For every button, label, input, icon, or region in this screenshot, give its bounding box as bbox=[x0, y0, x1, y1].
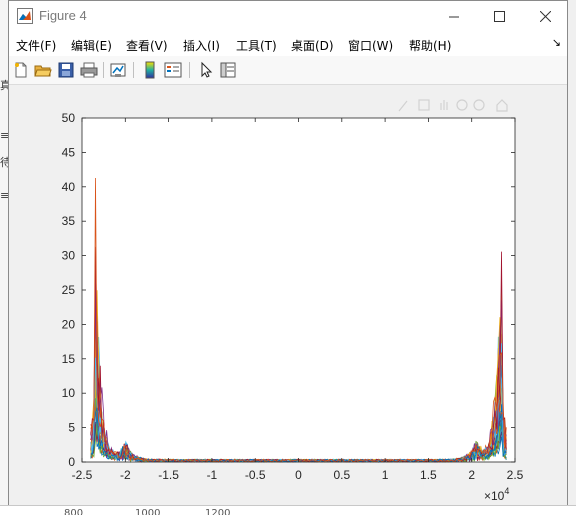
menu-bar: 文件(F) 编辑(E) 查看(V) 插入(I) 工具(T) 桌面(D) 窗口(W… bbox=[9, 32, 567, 56]
x-tick-label: -2.5 bbox=[72, 468, 93, 482]
x-tick-label: -1.5 bbox=[158, 468, 179, 482]
toolbar-separator bbox=[133, 62, 134, 78]
open-file-icon[interactable] bbox=[34, 61, 52, 79]
menu-tools[interactable]: 工具(T) bbox=[236, 37, 277, 54]
menu-undock-arrow-icon[interactable]: ↘ bbox=[552, 36, 561, 49]
insert-legend-icon[interactable] bbox=[164, 61, 182, 79]
maximize-button[interactable] bbox=[476, 1, 522, 32]
y-tick-label: 35 bbox=[62, 214, 76, 228]
x-tick-label: -2 bbox=[120, 468, 131, 482]
insert-colorbar-icon[interactable] bbox=[141, 61, 159, 79]
y-tick-label: 30 bbox=[62, 249, 76, 263]
x-axis-multiplier: ×104 bbox=[484, 486, 509, 503]
minimize-button[interactable] bbox=[431, 1, 477, 32]
x-tick-label: 2.5 bbox=[507, 468, 524, 482]
menu-edit[interactable]: 编辑(E) bbox=[71, 37, 112, 54]
y-tick-label: 15 bbox=[62, 352, 76, 366]
background-label: 1200 bbox=[205, 508, 231, 515]
y-tick-label: 45 bbox=[62, 145, 76, 159]
figure-canvas[interactable]: 0 5 10 15 20 25 30 35 40 45 50 -2.5 -2 -1.5 -1 -0.5 0 0.5… bbox=[9, 85, 567, 505]
plot-svg: 0 5 10 15 20 25 30 35 40 45 50 -2.5 -2 -1.5 -1 -0.5 0 0.5… bbox=[62, 111, 524, 503]
save-icon[interactable] bbox=[57, 61, 75, 79]
y-tick-label: 10 bbox=[62, 386, 76, 400]
figure-window: Figure 4 文件(F) 编辑(E) 查看(V) 插入(I) 工具(T) 桌… bbox=[8, 0, 568, 505]
toolbar-separator bbox=[103, 62, 104, 78]
window-title: Figure 4 bbox=[39, 8, 87, 23]
menu-help[interactable]: 帮助(H) bbox=[409, 37, 451, 54]
x-tick-label: -0.5 bbox=[245, 468, 266, 482]
figure-toolbar bbox=[9, 56, 567, 85]
x-tick-label: 1 bbox=[382, 468, 389, 482]
matlab-icon bbox=[17, 8, 33, 24]
toolbar-separator bbox=[189, 62, 190, 78]
y-tick-label: 0 bbox=[68, 455, 75, 469]
menu-file[interactable]: 文件(F) bbox=[16, 37, 56, 54]
menu-insert[interactable]: 插入(I) bbox=[183, 37, 220, 54]
x-tick-label: 0.5 bbox=[333, 468, 350, 482]
x-tick-label: 0 bbox=[295, 468, 302, 482]
y-tick-label: 5 bbox=[68, 421, 75, 435]
menu-desktop[interactable]: 桌面(D) bbox=[291, 37, 334, 54]
menu-view[interactable]: 查看(V) bbox=[126, 37, 168, 54]
y-tick-label: 50 bbox=[62, 111, 76, 125]
background-label: 800 bbox=[64, 508, 84, 515]
new-figure-icon[interactable] bbox=[12, 61, 30, 79]
background-label: 1000 bbox=[135, 508, 161, 515]
print-icon[interactable] bbox=[80, 61, 98, 79]
close-button[interactable] bbox=[522, 1, 568, 32]
edit-plot-arrow-icon[interactable] bbox=[197, 61, 215, 79]
x-tick-label: -1 bbox=[207, 468, 218, 482]
y-tick-label: 40 bbox=[62, 180, 76, 194]
title-bar[interactable]: Figure 4 bbox=[9, 1, 567, 32]
y-tick-label: 25 bbox=[62, 283, 76, 297]
link-plot-icon[interactable] bbox=[109, 61, 127, 79]
menu-window[interactable]: 窗口(W) bbox=[348, 37, 393, 54]
property-inspector-icon[interactable] bbox=[219, 61, 237, 79]
x-tick-label: 2 bbox=[468, 468, 475, 482]
x-tick-label: 1.5 bbox=[420, 468, 437, 482]
axes-background bbox=[82, 118, 515, 462]
y-tick-label: 20 bbox=[62, 317, 76, 331]
